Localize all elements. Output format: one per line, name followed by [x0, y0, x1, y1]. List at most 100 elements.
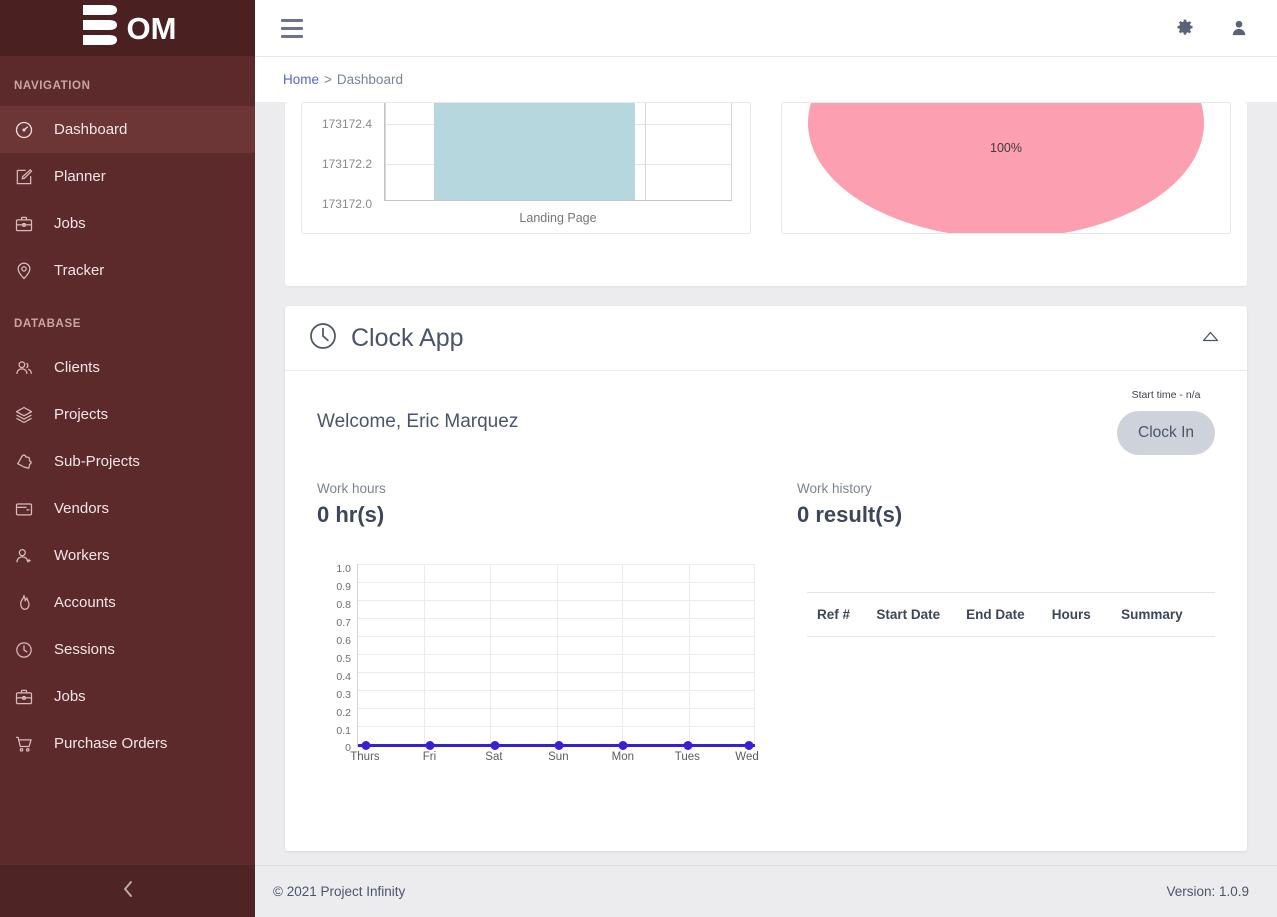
hamburger-icon[interactable]: [275, 13, 309, 44]
analytics-panel: 173172.4 173172.2 173172.0 Landing Page …: [285, 102, 1247, 286]
user-plus-icon: [14, 544, 42, 568]
sidebar-collapse-toggle[interactable]: [0, 865, 255, 917]
sidebar-item-sessions[interactable]: Sessions: [0, 626, 255, 673]
line-chart-ytick: 0.3: [336, 689, 351, 701]
column-header-start-date[interactable]: Start Date: [876, 592, 967, 637]
line-point: [425, 741, 435, 750]
sidebar-item-label: Sessions: [54, 641, 115, 658]
line-chart-ytick: 0.8: [336, 599, 351, 611]
line-chart-ytick: 0.6: [336, 635, 351, 647]
chevron-left-icon: [122, 880, 134, 903]
user-icon[interactable]: [1229, 18, 1249, 38]
sidebar-item-jobs-database[interactable]: Jobs: [0, 673, 255, 720]
sidebar-item-label: Jobs: [54, 215, 86, 232]
footer: © 2021 Project Infinity Version: 1.0.9: [255, 865, 1277, 917]
layers-icon: [14, 403, 42, 427]
bar-chart-ytick: 173172.0: [321, 197, 372, 211]
table-header-row: Ref # Start Date End Date Hours Summary: [807, 592, 1215, 637]
app-root: OM NAVIGATION Dashboard Planner Jobs Tra…: [0, 0, 1277, 917]
sidebar-item-vendors[interactable]: Vendors: [0, 485, 255, 532]
sidebar-item-label: Clients: [54, 359, 100, 376]
pie-data-label: 100%: [990, 141, 1022, 155]
bar-chart-y-axis: 173172.4 173172.2 173172.0: [302, 103, 378, 233]
bar-chart-card: 173172.4 173172.2 173172.0 Landing Page: [301, 102, 751, 234]
sidebar-item-label: Workers: [54, 547, 110, 564]
sidebar-item-label: Jobs: [54, 688, 86, 705]
brand-name: OM: [126, 10, 177, 46]
line-chart-ytick: 0.9: [336, 581, 351, 593]
line-point: [683, 741, 692, 750]
breadcrumb-separator: >: [324, 72, 332, 87]
work-history-table: Ref # Start Date End Date Hours Summary: [807, 592, 1215, 637]
speedometer-icon: [14, 118, 42, 142]
weekly-work-hours-line-chart: 1.0 0.9 0.8 0.7 0.6 0.5 0.4 0.3 0.2 0.1 …: [325, 558, 759, 773]
gear-icon[interactable]: [1175, 18, 1195, 38]
breadcrumb-home-link[interactable]: Home: [283, 72, 319, 87]
landing-page-bar-chart: 173172.4 173172.2 173172.0 Landing Page: [302, 103, 750, 233]
work-history-value: 0 result(s): [797, 502, 903, 527]
line-chart-xtick: Tues: [674, 751, 700, 763]
clock-app-body: Welcome, Eric Marquez Start time - n/a C…: [285, 371, 1247, 851]
welcome-message: Welcome, Eric Marquez: [317, 411, 519, 432]
sidebar: OM NAVIGATION Dashboard Planner Jobs Tra…: [0, 0, 255, 917]
pie-slice-full: [808, 103, 1204, 233]
clock-app-panel: Clock App Welcome, Eric Marquez Start ti…: [285, 306, 1247, 851]
line-chart-xtick: Wed: [735, 751, 759, 763]
sidebar-item-sub-projects[interactable]: Sub-Projects: [0, 438, 255, 485]
sidebar-item-projects[interactable]: Projects: [0, 391, 255, 438]
line-chart-ytick: 0.5: [336, 653, 351, 665]
line-chart-ytick: 1.0: [336, 563, 351, 575]
sidebar-item-label: Purchase Orders: [54, 735, 168, 752]
sidebar-item-label: Dashboard: [54, 121, 128, 138]
sidebar-item-purchase-orders[interactable]: Purchase Orders: [0, 720, 255, 767]
column-header-hours[interactable]: Hours: [1051, 592, 1122, 637]
sidebar-item-label: Accounts: [54, 594, 116, 611]
work-history-label: Work history: [797, 481, 872, 496]
briefcase-icon: [14, 212, 42, 236]
sidebar-item-label: Planner: [54, 168, 106, 185]
sidebar-item-accounts[interactable]: Accounts: [0, 579, 255, 626]
sidebar-item-label: Vendors: [54, 500, 110, 517]
sidebar-item-workers[interactable]: Workers: [0, 532, 255, 579]
work-hours-value: 0 hr(s): [317, 502, 385, 527]
column-header-end-date[interactable]: End Date: [966, 592, 1052, 637]
work-history-stat: Work history 0 result(s): [765, 481, 1215, 528]
line-chart-xtick: Fri: [422, 751, 437, 763]
line-chart-y-axis: 1.0 0.9 0.8 0.7 0.6 0.5 0.4 0.3 0.2 0.1 …: [325, 558, 351, 773]
caret-up-icon[interactable]: [1202, 331, 1219, 345]
start-time-label: Start time - n/a: [1131, 389, 1201, 401]
sidebar-item-jobs[interactable]: Jobs: [0, 200, 255, 247]
column-header-ref[interactable]: Ref #: [807, 592, 877, 637]
sidebar-nav: NAVIGATION Dashboard Planner Jobs Tracke…: [0, 56, 255, 865]
work-history-table-column: Ref # Start Date End Date Hours Summary: [775, 558, 1215, 773]
column-header-summary[interactable]: Summary: [1121, 592, 1215, 637]
sidebar-item-tracker[interactable]: Tracker: [0, 247, 255, 294]
flame-icon: [14, 591, 42, 615]
line-chart-ytick: 0.7: [336, 617, 351, 629]
users-icon: [14, 356, 42, 380]
briefcase-icon: [14, 685, 42, 709]
sidebar-item-label: Projects: [54, 406, 109, 423]
work-hours-stat: Work hours 0 hr(s): [317, 481, 765, 528]
edit-square-icon: [14, 165, 42, 189]
completion-pie-chart: 100%: [782, 103, 1230, 233]
nav-section-title-navigation: NAVIGATION: [14, 80, 91, 92]
clock-in-button[interactable]: Clock In: [1117, 411, 1215, 455]
footer-version: Version: 1.0.9: [1166, 884, 1249, 899]
breadcrumb-current: Dashboard: [336, 72, 403, 87]
line-chart-x-axis: Thurs Fri Sat Sun Mon Tues Wed: [350, 751, 759, 771]
sidebar-item-clients[interactable]: Clients: [0, 344, 255, 391]
bar-chart-ytick: 173172.4: [321, 117, 372, 131]
line-chart-xtick: Mon: [611, 751, 635, 763]
line-point: [361, 741, 371, 750]
sidebar-item-label: Tracker: [54, 262, 105, 279]
line-point: [618, 741, 628, 750]
line-point: [744, 741, 754, 750]
sidebar-item-dashboard[interactable]: Dashboard: [0, 106, 255, 153]
sidebar-item-planner[interactable]: Planner: [0, 153, 255, 200]
stacked-bars-icon: [79, 3, 129, 54]
brand-logo[interactable]: OM: [0, 0, 255, 56]
line-chart-plot: [357, 564, 755, 750]
nav-section-title-database: DATABASE: [14, 318, 81, 330]
line-chart-xtick: Sun: [548, 751, 569, 763]
